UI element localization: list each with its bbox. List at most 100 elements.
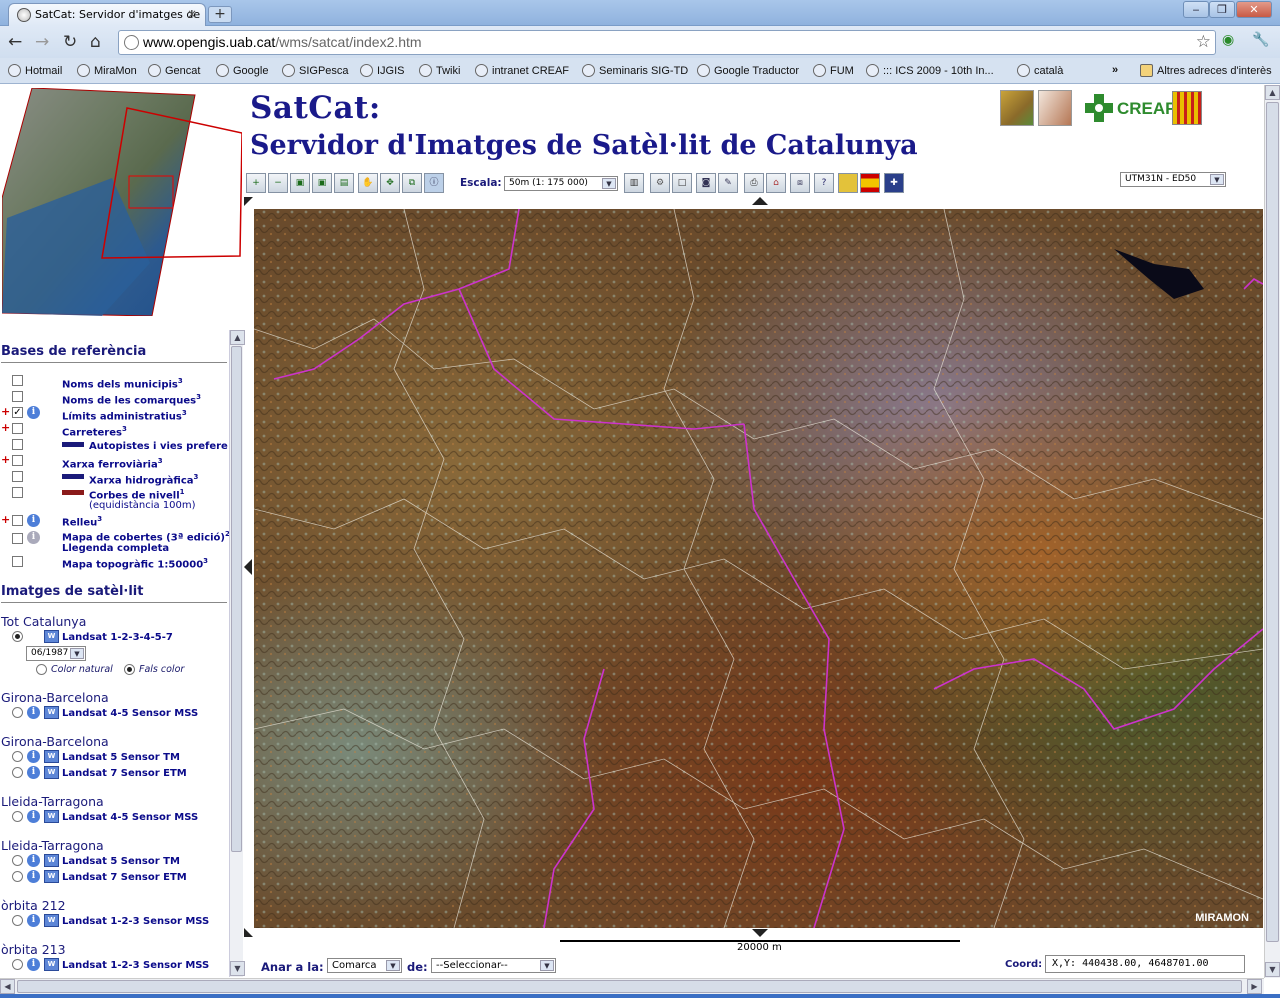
zoom-extent-icon[interactable]: ▤ <box>334 173 354 193</box>
expand-icon[interactable]: + <box>1 405 10 418</box>
extension-icon[interactable]: ◉ <box>1222 32 1234 48</box>
pan-hand-icon[interactable]: ✋ <box>358 173 378 193</box>
color-natural-radio[interactable] <box>36 664 47 675</box>
restore-icon[interactable]: ❐ <box>1209 1 1235 18</box>
layer-checkbox[interactable] <box>12 515 23 526</box>
bookmark-item[interactable]: Twiki <box>419 64 460 77</box>
projection-select[interactable]: UTM31N - ED50 ▼ <box>1120 172 1226 187</box>
info-icon[interactable]: i <box>27 531 40 544</box>
move-icon[interactable]: ✥ <box>380 173 400 193</box>
image-radio[interactable] <box>12 811 23 822</box>
bookmark-item[interactable]: MiraMon <box>77 64 137 77</box>
bookmark-item[interactable]: Hotmail <box>8 64 62 77</box>
zoom-in-icon[interactable]: + <box>246 173 266 193</box>
info-icon[interactable]: i <box>27 406 40 419</box>
image-radio[interactable] <box>12 871 23 882</box>
uab-logo[interactable] <box>1000 90 1034 126</box>
language-en-icon[interactable]: ✚ <box>884 173 904 193</box>
layer-checkbox[interactable] <box>12 439 23 450</box>
expand-icon[interactable]: + <box>1 453 10 466</box>
escala-select[interactable]: 50m (1: 175 000) ▼ <box>504 176 618 191</box>
scroll-left-icon[interactable]: ◀ <box>0 979 15 994</box>
expand-icon[interactable]: + <box>1 513 10 526</box>
settings-icon[interactable]: ⚙ <box>650 173 670 193</box>
info-icon[interactable]: i <box>27 750 40 763</box>
bookmark-item[interactable]: ::: ICS 2009 - 10th In... <box>866 64 994 77</box>
info-icon[interactable]: i <box>27 810 40 823</box>
info-icon[interactable]: i <box>27 870 40 883</box>
page-horizontal-scrollbar[interactable]: ◀ ▶ <box>0 978 1264 994</box>
info-icon[interactable]: i <box>27 958 40 971</box>
scroll-thumb[interactable] <box>1266 102 1279 942</box>
bookmark-item[interactable]: Google Traductor <box>697 64 799 77</box>
forward-icon[interactable]: → <box>35 32 49 52</box>
pan-nw-icon[interactable] <box>244 197 253 206</box>
browser-tab[interactable]: SatCat: Servidor d'imatges de × <box>8 3 206 26</box>
scroll-down-icon[interactable]: ▼ <box>1265 962 1280 977</box>
satellite-icon[interactable]: W <box>44 706 59 719</box>
help-icon[interactable]: ? <box>814 173 834 193</box>
satellite-icon[interactable]: W <box>44 870 59 883</box>
satellite-icon[interactable]: W <box>44 810 59 823</box>
legend-link[interactable]: Llegenda completa <box>62 543 169 554</box>
layer-checkbox[interactable] <box>12 455 23 466</box>
info-icon[interactable]: i <box>27 706 40 719</box>
bookmark-star-icon[interactable]: ☆ <box>1196 32 1211 52</box>
home-icon[interactable]: ⌂ <box>90 32 101 52</box>
wrench-icon[interactable]: 🔧 <box>1252 32 1269 48</box>
query-info-icon[interactable]: ⓘ <box>424 173 444 193</box>
bookmark-item[interactable]: Google <box>216 64 268 77</box>
layer-checkbox[interactable] <box>12 471 23 482</box>
layers-icon[interactable]: ⧈ <box>790 173 810 193</box>
coord-field[interactable]: X,Y: 440438.00, 4648701.00 <box>1045 955 1245 973</box>
info-icon[interactable]: i <box>27 514 40 527</box>
layer-checkbox[interactable] <box>12 556 23 567</box>
zoom-out-icon[interactable]: − <box>268 173 288 193</box>
ows-icon[interactable]: ◙ <box>696 173 716 193</box>
reload-icon[interactable]: ↻ <box>63 32 77 52</box>
anar-select[interactable]: Comarca ▼ <box>327 958 402 973</box>
image-radio[interactable] <box>12 959 23 970</box>
edit-icon[interactable]: ✎ <box>718 173 738 193</box>
image-radio[interactable] <box>12 707 23 718</box>
home-map-icon[interactable]: ⌂ <box>766 173 786 193</box>
creaf-logo[interactable]: CREAF <box>1083 92 1176 124</box>
layer-checkbox[interactable] <box>12 391 23 402</box>
address-bar[interactable]: www.opengis.uab.cat/wms/satcat/index2.ht… <box>118 30 1216 55</box>
image-radio[interactable] <box>12 767 23 778</box>
scroll-thumb[interactable] <box>231 346 242 852</box>
date-select[interactable]: 06/1987 ▼ <box>26 646 86 661</box>
satellite-icon[interactable]: W <box>44 766 59 779</box>
layer-panel-scrollbar[interactable]: ▲ ▼ <box>229 330 245 977</box>
info-icon[interactable]: i <box>27 914 40 927</box>
scroll-up-icon[interactable]: ▲ <box>230 330 245 345</box>
satellite-icon[interactable]: W <box>44 958 59 971</box>
other-bookmarks[interactable]: Altres adreces d'interès <box>1140 64 1272 77</box>
de-select[interactable]: --Seleccionar-- ▼ <box>431 958 556 973</box>
scroll-down-icon[interactable]: ▼ <box>230 961 245 976</box>
bookmark-item[interactable]: intranet CREAF <box>475 64 569 77</box>
layer-checkbox[interactable] <box>12 533 23 544</box>
image-radio[interactable] <box>12 751 23 762</box>
minimize-icon[interactable]: ‒ <box>1183 1 1209 18</box>
language-ca-icon[interactable] <box>838 173 858 193</box>
film-icon[interactable]: ▥ <box>624 173 644 193</box>
pan-west-icon[interactable] <box>244 559 252 575</box>
info-icon[interactable]: i <box>27 854 40 867</box>
partner-logo[interactable] <box>1038 90 1072 126</box>
image-radio[interactable] <box>12 855 23 866</box>
gencat-logo[interactable] <box>1172 91 1202 125</box>
page-vertical-scrollbar[interactable]: ▲ ▼ <box>1264 85 1280 978</box>
layer-checkbox[interactable] <box>12 375 23 386</box>
expand-icon[interactable]: + <box>1 421 10 434</box>
bookmark-item[interactable]: FUM <box>813 64 854 77</box>
image-radio[interactable] <box>12 631 23 642</box>
bookmarks-more-icon[interactable]: » <box>1112 64 1118 76</box>
info-icon[interactable]: i <box>27 766 40 779</box>
back-icon[interactable]: ← <box>8 32 22 52</box>
layer-checkbox[interactable] <box>12 487 23 498</box>
bookmark-item[interactable]: català <box>1017 64 1063 77</box>
satellite-icon[interactable]: W <box>44 854 59 867</box>
layer-checkbox[interactable] <box>12 423 23 434</box>
language-es-icon[interactable] <box>860 173 880 193</box>
